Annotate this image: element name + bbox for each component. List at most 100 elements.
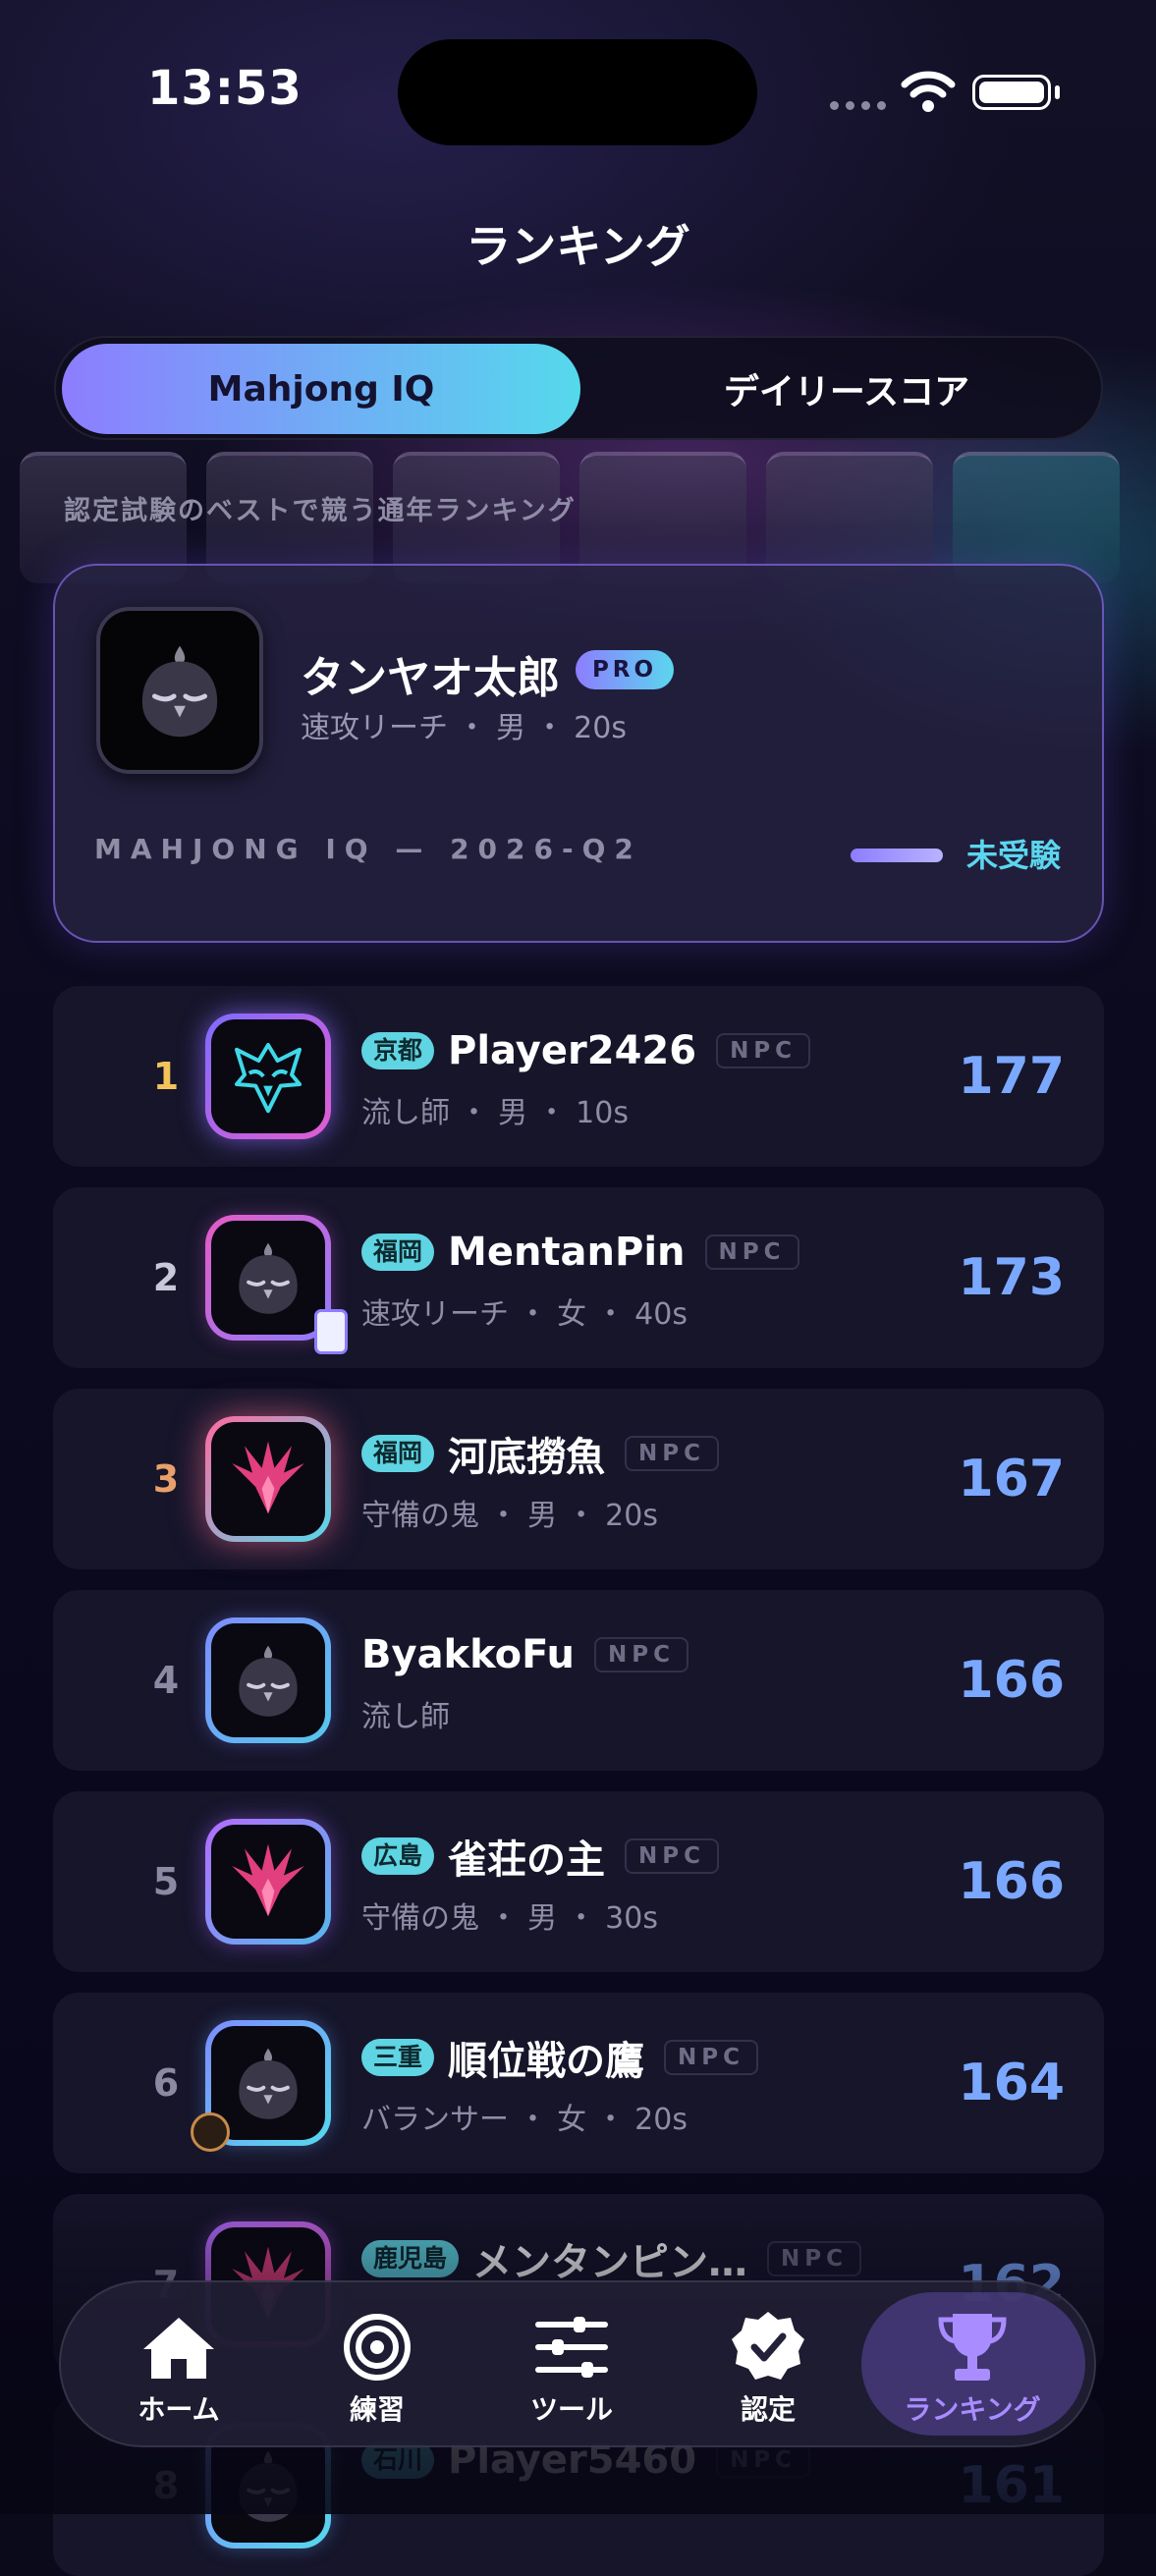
npc-badge: NPC <box>716 1033 811 1069</box>
tab-bar-home[interactable]: ホーム <box>81 2282 277 2445</box>
avatar <box>205 1215 331 1341</box>
avatar <box>205 1617 331 1743</box>
region-badge: 福岡 <box>361 1233 435 1271</box>
ranking-row[interactable]: 6 三重 順位戦の鷹 NPC バランサー ・ 女 ・ 20s 164 <box>53 1993 1104 2173</box>
player-meta: 守備の鬼 ・ 男 ・ 20s <box>361 1499 658 1533</box>
bird-icon <box>211 1221 325 1335</box>
owl-icon <box>211 1019 325 1133</box>
pro-badge: PRO <box>576 650 674 689</box>
page-title: ランキング <box>466 220 690 273</box>
rank-number: 4 <box>53 1590 181 1771</box>
battery-icon <box>972 75 1051 110</box>
iq-status: 未受験 <box>966 837 1062 874</box>
battery-cap <box>1055 85 1060 99</box>
player-meta: 流し師 ・ 男 ・ 10s <box>361 1096 629 1130</box>
player-name: ByakkoFu <box>361 1632 575 1677</box>
phoenix-icon <box>211 1422 325 1536</box>
player-name: メンタンピン… <box>472 2240 748 2285</box>
region-badge: 福岡 <box>361 1435 435 1472</box>
wifi-icon <box>901 71 956 112</box>
player-name: 河底撈魚 <box>448 1435 606 1480</box>
npc-badge: NPC <box>716 2442 811 2478</box>
rank-number-text: 8 <box>152 2464 180 2507</box>
region-badge: 京都 <box>361 1032 435 1069</box>
my-profile-card[interactable]: タンヤオ太郎 PRO 速攻リーチ ・ 男 ・ 20s MAHJONG IQ — … <box>53 564 1104 943</box>
profile-meta: 速攻リーチ ・ 男 ・ 20s <box>301 711 627 745</box>
player-name: 順位戦の鷹 <box>448 2039 645 2084</box>
rank-number: 1 <box>53 986 181 1167</box>
player-meta: バランサー ・ 女 ・ 20s <box>361 2103 688 2137</box>
npc-badge: NPC <box>593 1637 688 1672</box>
player-name-line: 広島 雀荘の主 NPC <box>361 1829 720 1884</box>
avatar <box>205 1416 331 1542</box>
rank-number-text: 3 <box>152 1457 180 1501</box>
ranking-row[interactable]: 4 ByakkoFu NPC 流し師 166 <box>53 1590 1104 1771</box>
tab-bar-label: ランキング <box>904 2393 1041 2426</box>
avatar <box>205 1014 331 1139</box>
bird-icon <box>211 1623 325 1737</box>
tab-daily-score[interactable]: デイリースコア <box>596 344 1097 434</box>
ranking-subtitle: 認定試験のベストで競う通年ランキング <box>64 496 577 526</box>
avatar <box>205 1819 331 1945</box>
region-badge: 広島 <box>361 1837 435 1875</box>
player-score: 167 <box>958 1450 1065 1508</box>
npc-badge: NPC <box>767 2241 862 2276</box>
tab-bar-label: 認定 <box>740 2393 796 2426</box>
tab-bar-certification[interactable]: 認定 <box>670 2282 866 2445</box>
rank-number: 2 <box>53 1187 181 1368</box>
verified-badge-icon <box>732 2312 804 2380</box>
player-meta: 守備の鬼 ・ 男 ・ 30s <box>361 1901 658 1936</box>
npc-badge: NPC <box>664 2040 759 2075</box>
player-name: 雀荘の主 <box>448 1837 606 1883</box>
iq-period-label: MAHJONG IQ — 2026-Q2 <box>94 833 642 865</box>
player-score: 164 <box>958 2054 1065 2112</box>
home-icon <box>143 2318 214 2379</box>
rank-number-text: 2 <box>152 1256 180 1299</box>
target-icon <box>344 2314 411 2381</box>
avatar <box>96 607 263 774</box>
rank-number-text: 5 <box>152 1860 180 1903</box>
bird-icon <box>211 2026 325 2140</box>
tile-badge-icon <box>314 1309 348 1354</box>
shield-badge-icon <box>191 2112 230 2152</box>
bird-icon <box>141 645 218 738</box>
tab-bar-tools[interactable]: ツール <box>473 2282 670 2445</box>
tab-bar-label: ホーム <box>138 2393 220 2426</box>
player-meta: 流し師 <box>361 1700 450 1734</box>
rank-number: 5 <box>53 1791 181 1972</box>
dynamic-island <box>398 39 757 145</box>
ranking-row[interactable]: 3 福岡 河底撈魚 NPC 守備の鬼 ・ 男 ・ 20s 167 <box>53 1389 1104 1569</box>
player-name-line: 福岡 河底撈魚 NPC <box>361 1426 720 1481</box>
ranking-row[interactable]: 1 京都 Player2426 NPC 流し師 ・ 男 ・ 10s 177 <box>53 986 1104 1167</box>
player-name-line: 京都 Player2426 NPC <box>361 1023 811 1078</box>
player-score: 177 <box>958 1047 1065 1106</box>
tab-bar-label: 練習 <box>349 2393 405 2426</box>
tab-bar-label: ツール <box>529 2393 613 2426</box>
phoenix-icon <box>211 1825 325 1939</box>
tab-bar-ranking[interactable]: ランキング <box>874 2282 1071 2445</box>
region-badge: 鹿児島 <box>361 2240 460 2277</box>
ranking-row[interactable]: 2 福岡 MentanPin NPC 速攻リーチ ・ 女 ・ 40s 173 <box>53 1187 1104 1368</box>
player-score: 166 <box>958 1651 1065 1710</box>
npc-badge: NPC <box>625 1436 720 1471</box>
ranking-row[interactable]: 5 広島 雀荘の主 NPC 守備の鬼 ・ 男 ・ 30s 166 <box>53 1791 1104 1972</box>
rank-number-text: 1 <box>152 1055 180 1098</box>
tab-bar-practice[interactable]: 練習 <box>279 2282 475 2445</box>
sliders-icon <box>535 2317 608 2378</box>
player-name-line: ByakkoFu NPC <box>361 1627 688 1682</box>
player-name-line: 鹿児島 メンタンピン… NPC <box>361 2231 862 2286</box>
iq-progress-bar <box>851 849 943 862</box>
status-time: 13:53 <box>147 61 303 116</box>
player-score: 166 <box>958 1852 1065 1911</box>
rank-number: 3 <box>53 1389 181 1569</box>
player-name-line: 三重 順位戦の鷹 NPC <box>361 2030 759 2085</box>
player-meta: 速攻リーチ ・ 女 ・ 40s <box>361 1297 688 1332</box>
tab-mahjong-iq[interactable]: Mahjong IQ <box>62 344 580 434</box>
player-score: 173 <box>958 1248 1065 1307</box>
rank-number-text: 6 <box>152 2061 180 2105</box>
player-name: Player2426 <box>448 1028 697 1073</box>
npc-badge: NPC <box>625 1838 720 1874</box>
player-name-line: 福岡 MentanPin NPC <box>361 1225 799 1280</box>
trophy-icon <box>938 2314 1007 2381</box>
player-name: MentanPin <box>448 1230 686 1275</box>
